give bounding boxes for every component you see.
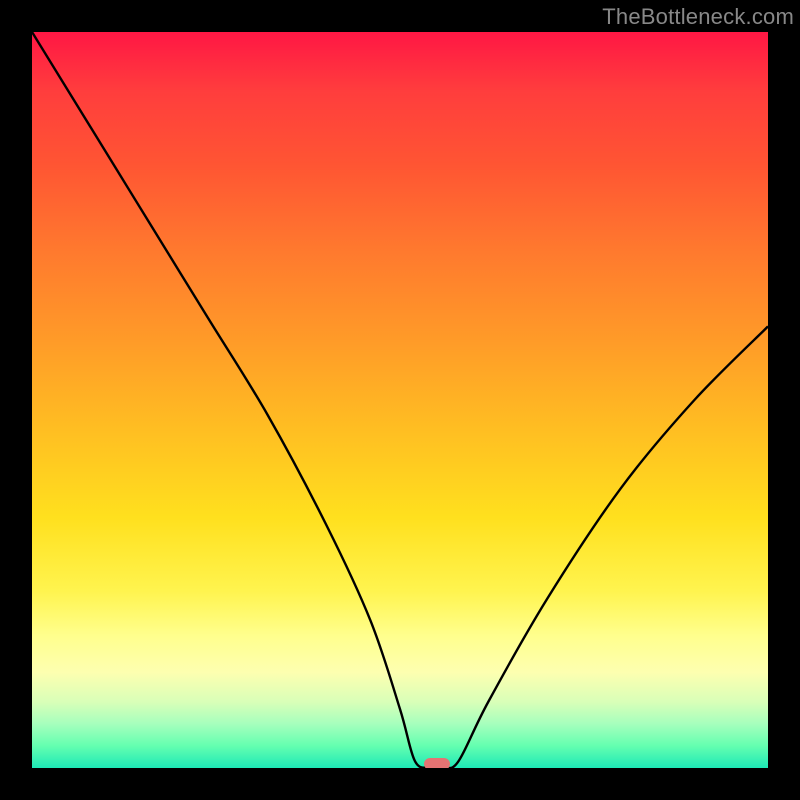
optimal-marker xyxy=(424,758,450,768)
bottleneck-curve xyxy=(32,32,768,768)
plot-area xyxy=(32,32,768,768)
chart-stage: TheBottleneck.com xyxy=(0,0,800,800)
watermark-text: TheBottleneck.com xyxy=(602,4,794,30)
curve-layer xyxy=(32,32,768,768)
